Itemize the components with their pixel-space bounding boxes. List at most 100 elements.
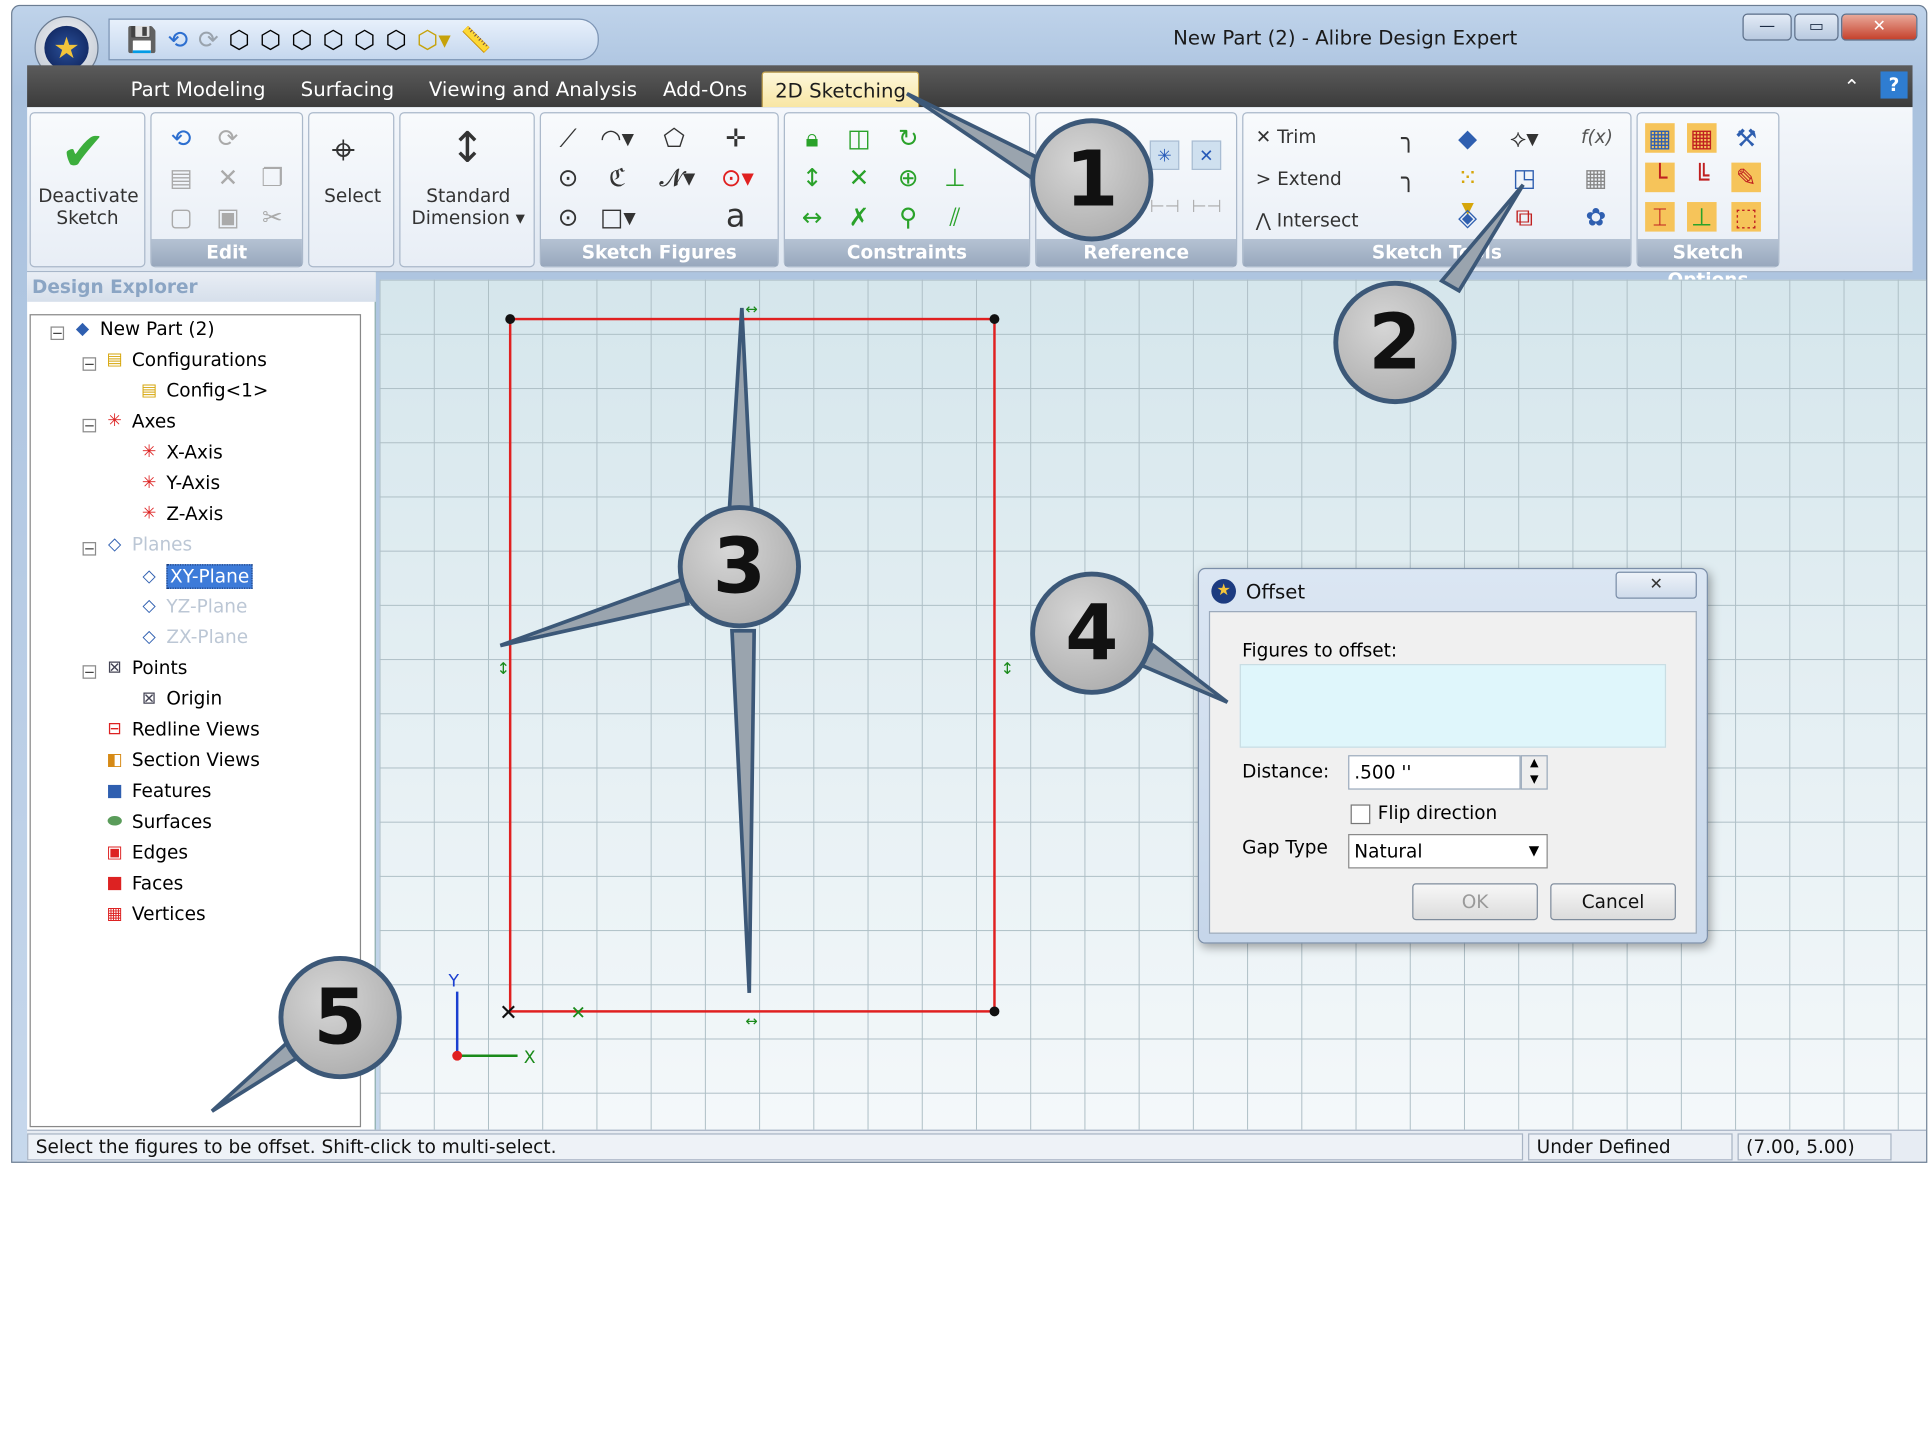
figures-list[interactable] — [1239, 663, 1667, 748]
copy-icon[interactable]: ❐ — [258, 163, 288, 193]
collapse-icon[interactable]: − — [82, 542, 97, 556]
tab-part-modeling[interactable]: Part Modeling — [118, 71, 278, 107]
snap-corner-icon[interactable]: └ — [1645, 162, 1675, 193]
paste-icon[interactable]: ▢ — [166, 202, 196, 232]
circle-icon[interactable]: ⊙ — [553, 163, 583, 193]
redo-icon[interactable]: ⟳ — [198, 25, 219, 55]
deactivate-sketch-button[interactable]: Deactivate Sketch — [38, 185, 138, 229]
concentric-icon[interactable]: ⊕ — [893, 163, 923, 193]
tree-node-vertices[interactable]: ▦ Vertices — [105, 903, 205, 925]
tab-add-ons[interactable]: Add-Ons — [651, 71, 760, 107]
paste-special-icon[interactable]: ▣ — [213, 202, 243, 232]
standard-dimension-button[interactable]: Standard Dimension ▾ — [410, 185, 526, 229]
figure-display-icon[interactable]: ⬚ — [1731, 202, 1761, 232]
collapse-icon[interactable]: − — [82, 665, 97, 679]
tree-node-configurations[interactable]: ▤ Configurations — [105, 349, 266, 371]
extend-button[interactable]: > Extend — [1256, 168, 1342, 190]
collinear-icon[interactable]: ✗ — [844, 202, 874, 232]
close-button[interactable]: ✕ — [1841, 13, 1918, 41]
view-left-icon[interactable]: ⬡ — [354, 25, 376, 55]
tree-node-axes[interactable]: ✳ Axes — [105, 410, 176, 432]
reference-dim-icon[interactable]: ⊢⊣ — [1150, 192, 1180, 222]
spline-arc-icon[interactable]: ℭ — [603, 163, 633, 193]
tree-node-root[interactable]: ◆ New Part (2) — [73, 318, 215, 340]
grid-display-icon[interactable]: ▦ — [1645, 123, 1675, 153]
tab-viewing-analysis[interactable]: Viewing and Analysis — [417, 71, 650, 107]
sketch-pencil-icon[interactable]: ✎ — [1731, 162, 1761, 193]
select-button[interactable]: Select — [324, 185, 381, 207]
properties-icon[interactable]: ▤ — [166, 163, 196, 193]
trim-button[interactable]: ✕ Trim — [1256, 126, 1317, 148]
reference-dim2-icon[interactable]: ⊢⊣ — [1192, 192, 1222, 222]
circle-red-icon[interactable]: ⊙▾ — [721, 163, 754, 193]
redo-icon[interactable]: ⟳ — [213, 123, 243, 153]
arc-icon[interactable]: ◠▾ — [600, 123, 634, 153]
tree-node-planes[interactable]: ◇ Planes — [105, 533, 192, 555]
chamfer-icon[interactable]: ╮ — [1394, 163, 1424, 193]
tree-node-y-axis[interactable]: ✳ Y-Axis — [139, 472, 220, 494]
equation-button[interactable]: f(x) — [1581, 126, 1613, 148]
grid-table-icon[interactable]: ▦ — [1581, 163, 1611, 193]
ribbon-collapse-icon[interactable]: ⌃ — [1844, 75, 1861, 98]
distance-spinner[interactable]: ▲ ▼ — [1520, 755, 1548, 790]
coincident-icon[interactable]: ◫ — [844, 123, 874, 153]
undo-icon[interactable]: ⟲ — [167, 25, 188, 55]
horizontal-icon[interactable]: ↔ — [797, 202, 827, 232]
collapse-icon[interactable]: − — [82, 357, 97, 371]
collapse-icon[interactable]: − — [82, 418, 97, 432]
view-dropdown-icon[interactable]: ⬡▾ — [417, 25, 451, 55]
corner-point[interactable] — [989, 1006, 1000, 1017]
line-icon[interactable]: ⟋ — [553, 123, 583, 153]
minimize-button[interactable]: — — [1742, 13, 1792, 41]
tree-node-edges[interactable]: ▣ Edges — [105, 841, 188, 863]
collapse-icon[interactable]: − — [50, 326, 65, 341]
view-front-icon[interactable]: ⬡ — [260, 25, 282, 55]
cut-icon[interactable]: ✂ — [258, 202, 288, 232]
midpoint-icon[interactable]: ✕ — [844, 163, 874, 193]
view-right-icon[interactable]: ⬡ — [291, 25, 313, 55]
polygon-icon[interactable]: ⬠ — [659, 123, 689, 153]
delete-icon[interactable]: ✕ — [213, 163, 243, 193]
snap-edit-icon[interactable]: ╚ — [1687, 163, 1717, 193]
tree-node-origin[interactable]: ⊠ Origin — [139, 687, 222, 709]
distance-input[interactable]: .500 '' — [1348, 755, 1521, 790]
undo-icon[interactable]: ⟲ — [166, 123, 196, 153]
flip-direction-checkbox[interactable] — [1350, 804, 1371, 825]
reference-remove-icon[interactable]: ✕ — [1191, 140, 1222, 171]
measure-icon[interactable]: 📏 — [461, 25, 492, 55]
tree-node-config1[interactable]: ▤ Config<1> — [139, 379, 268, 401]
spline-icon[interactable]: 𝓝▾ — [659, 163, 695, 193]
tree-node-section-views[interactable]: ◧ Section Views — [105, 749, 259, 771]
copy-figures-icon[interactable]: ⧉ — [1510, 202, 1540, 232]
tree-node-features[interactable]: ■ Features — [105, 780, 211, 802]
intersect-button[interactable]: ⋀ Intersect — [1256, 209, 1359, 231]
parallel-icon[interactable]: ⫽ — [940, 202, 970, 232]
equal-icon[interactable]: ⚲ — [893, 202, 923, 232]
ok-button[interactable]: OK — [1412, 883, 1538, 921]
tree-node-points[interactable]: ⊠ Points — [105, 657, 187, 679]
perpendicular-icon[interactable]: ⊥ — [940, 163, 970, 193]
project-icon[interactable]: ◆ — [1453, 123, 1483, 153]
view-back-icon[interactable]: ⬡ — [385, 25, 407, 55]
view-top-icon[interactable]: ⬡ — [323, 25, 345, 55]
tree-node-faces[interactable]: ■ Faces — [105, 872, 183, 894]
tab-surfacing[interactable]: Surfacing — [288, 71, 406, 107]
tangent-icon[interactable]: ↻ — [893, 123, 923, 153]
vertical-icon[interactable]: ↕ — [797, 163, 827, 193]
sketch-rectangle[interactable] — [508, 317, 996, 1013]
lock-icon[interactable]: 🔒︎ — [797, 123, 827, 153]
tree-node-z-axis[interactable]: ✳ Z-Axis — [139, 503, 223, 525]
tab-2d-sketching[interactable]: 2D Sketching — [761, 71, 920, 108]
analyze-icon[interactable]: ✿ — [1581, 202, 1611, 232]
constraint-display-icon[interactable]: ⌶ — [1645, 202, 1675, 232]
tree-node-zx-plane[interactable]: ◇ ZX-Plane — [139, 626, 248, 648]
text-icon[interactable]: a — [721, 201, 751, 233]
tree-node-surfaces[interactable]: ⬬ Surfaces — [105, 811, 212, 833]
tree-node-x-axis[interactable]: ✳ X-Axis — [139, 441, 223, 463]
view-iso-icon[interactable]: ⬡ — [229, 25, 251, 55]
corner-point[interactable] — [505, 314, 516, 324]
offset-icon[interactable]: ◳ — [1510, 163, 1540, 193]
tools-icon[interactable]: ⚒ — [1731, 123, 1761, 153]
convert-icon[interactable]: ◈ — [1453, 202, 1483, 232]
save-icon[interactable]: 💾 — [127, 25, 158, 55]
